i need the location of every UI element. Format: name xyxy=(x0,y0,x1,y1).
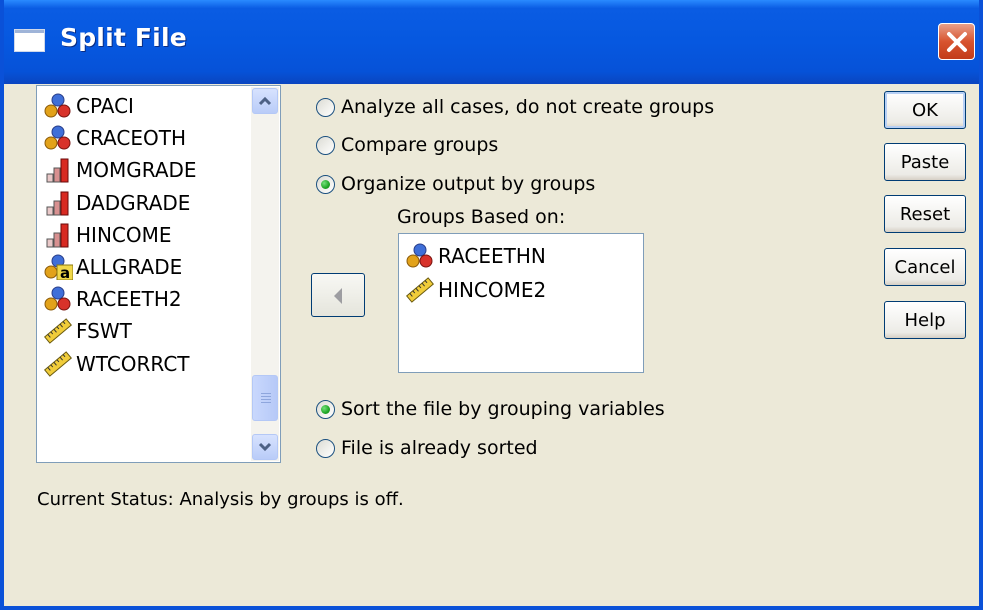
group-variable-label: HINCOME2 xyxy=(438,278,547,302)
group-variable-item[interactable]: RACEETHN xyxy=(405,241,546,271)
radio-circle-selected[interactable] xyxy=(316,399,335,419)
variable-item[interactable]: WTCORRCT xyxy=(43,349,190,379)
title-bar[interactable]: Split File xyxy=(4,0,979,84)
help-button[interactable]: Help xyxy=(884,301,966,339)
radio-organize-output[interactable]: Organize output by groups xyxy=(316,173,595,195)
arrow-left-icon xyxy=(334,288,342,304)
close-button[interactable] xyxy=(938,23,975,60)
vertical-scrollbar[interactable] xyxy=(251,87,279,461)
variable-label: HINCOME xyxy=(76,222,172,247)
chevron-up-icon xyxy=(258,96,272,106)
split-file-dialog: Split File CPACI CRACEOTH MOMGRADE DADGRADE… xyxy=(0,0,983,610)
variable-item[interactable]: HINCOME xyxy=(43,220,172,250)
ordinal-icon xyxy=(43,190,73,216)
radio-label: Compare groups xyxy=(341,134,499,156)
variable-list[interactable]: CPACI CRACEOTH MOMGRADE DADGRADE HINCOME a ALL… xyxy=(36,85,281,463)
window-icon xyxy=(14,29,45,52)
variable-label: DADGRADE xyxy=(76,190,191,215)
reset-button[interactable]: Reset xyxy=(884,195,966,233)
ordinal-icon xyxy=(43,157,73,183)
variable-item[interactable]: MOMGRADE xyxy=(43,155,197,185)
group-variable-item[interactable]: HINCOME2 xyxy=(405,275,546,305)
variable-label: CRACEOTH xyxy=(76,126,186,151)
radio-label: Analyze all cases, do not create groups xyxy=(341,96,715,118)
scale-icon xyxy=(43,350,73,377)
current-status: Current Status: Analysis by groups is of… xyxy=(37,489,404,510)
variable-label: WTCORRCT xyxy=(76,351,190,376)
window-title: Split File xyxy=(60,23,187,52)
radio-analyze-all[interactable]: Analyze all cases, do not create groups xyxy=(316,96,714,118)
group-variable-label: RACEETHN xyxy=(438,244,546,268)
radio-label: Organize output by groups xyxy=(341,173,596,195)
radio-circle[interactable] xyxy=(316,135,335,155)
variable-item[interactable]: RACEETH2 xyxy=(43,284,182,314)
variable-label: FSWT xyxy=(76,319,132,344)
scale-icon xyxy=(405,277,435,303)
groups-based-on-list[interactable]: RACEETHN HINCOME2 xyxy=(398,233,644,373)
variable-item[interactable]: FSWT xyxy=(43,316,132,346)
nominal-icon xyxy=(43,286,73,312)
move-variable-button[interactable] xyxy=(311,273,365,317)
paste-button[interactable]: Paste xyxy=(884,143,966,181)
radio-circle[interactable] xyxy=(316,438,335,458)
variable-label: MOMGRADE xyxy=(76,158,197,183)
nominal-icon xyxy=(405,243,435,269)
variable-item[interactable]: CPACI xyxy=(43,91,134,121)
ordinal-icon xyxy=(43,222,73,248)
scroll-thumb[interactable] xyxy=(252,375,278,421)
variable-item[interactable]: a ALLGRADE xyxy=(43,252,182,282)
variable-label: CPACI xyxy=(76,94,134,118)
radio-label: Sort the file by grouping variables xyxy=(341,398,665,420)
close-icon xyxy=(947,32,967,52)
radio-circle[interactable] xyxy=(316,97,335,117)
ok-button[interactable]: OK xyxy=(884,91,966,129)
chevron-down-icon xyxy=(258,442,272,452)
radio-sort-file[interactable]: Sort the file by grouping variables xyxy=(316,398,665,420)
radio-circle-selected[interactable] xyxy=(316,174,335,194)
variable-item[interactable]: CRACEOTH xyxy=(43,123,186,153)
scroll-down-button[interactable] xyxy=(252,434,278,460)
nominal-icon xyxy=(43,93,73,119)
radio-already-sorted[interactable]: File is already sorted xyxy=(316,437,538,459)
scale-icon xyxy=(43,318,73,345)
svg-text:a: a xyxy=(60,264,70,280)
variable-item[interactable]: DADGRADE xyxy=(43,188,190,218)
radio-compare-groups[interactable]: Compare groups xyxy=(316,134,498,156)
groups-based-on-label: Groups Based on: xyxy=(397,206,566,228)
radio-label: File is already sorted xyxy=(341,437,538,459)
cancel-button[interactable]: Cancel xyxy=(884,248,966,286)
variable-label: RACEETH2 xyxy=(76,287,182,312)
nominal-icon xyxy=(43,125,73,151)
scroll-up-button[interactable] xyxy=(252,88,278,114)
nominal-string-icon: a xyxy=(43,254,74,282)
variable-label: ALLGRADE xyxy=(76,255,183,279)
